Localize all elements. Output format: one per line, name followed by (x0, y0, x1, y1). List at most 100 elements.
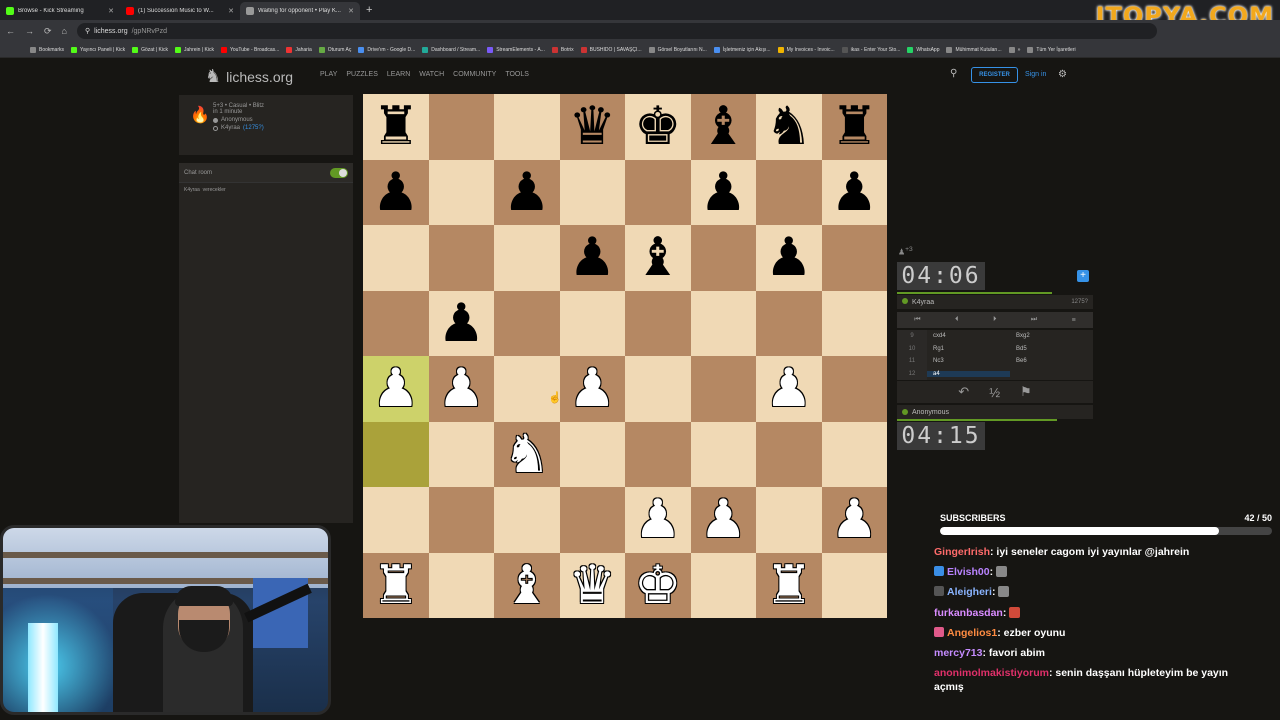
board-square[interactable] (690, 421, 756, 487)
browser-tab[interactable]: Waiting for opponent • Play K... ✕ (240, 2, 360, 20)
white-move[interactable]: Nc3 (927, 358, 1010, 364)
bookmark-item[interactable]: İşletmeniz için Akışı... (713, 46, 771, 53)
board-square[interactable] (494, 225, 560, 291)
black-rook-icon[interactable]: ♜ (830, 100, 878, 153)
white-queen-icon[interactable]: ♛ (568, 559, 616, 612)
black-knight-icon[interactable]: ♞ (765, 100, 813, 153)
bookmark-item[interactable]: BUSHIDO | SAVAŞÇI... (580, 46, 642, 53)
resign-flag-icon[interactable]: ⚑ (1020, 384, 1032, 400)
bookmark-item[interactable]: Bookmarks (30, 46, 64, 53)
bookmark-item[interactable]: Drive'ım - Google D... (358, 46, 415, 53)
new-tab-icon[interactable]: + (366, 4, 372, 16)
board-square[interactable]: ♟ (756, 356, 822, 422)
nav-puzzles[interactable]: PUZZLES (346, 71, 378, 78)
tab-close-icon[interactable]: ✕ (108, 7, 114, 15)
board-square[interactable]: ♛ (559, 552, 625, 618)
board-square[interactable] (756, 421, 822, 487)
board-square[interactable]: ♜ (821, 94, 887, 160)
nav-watch[interactable]: WATCH (419, 71, 444, 78)
board-square[interactable] (428, 421, 494, 487)
board-square[interactable] (494, 94, 560, 160)
register-button[interactable]: REGISTER (971, 67, 1018, 83)
white-pawn-icon[interactable]: ♟ (437, 362, 485, 415)
board-square[interactable]: ♚ (625, 94, 691, 160)
board-square[interactable] (625, 421, 691, 487)
black-king-icon[interactable]: ♚ (634, 100, 682, 153)
board-square[interactable] (821, 356, 887, 422)
browser-tab[interactable]: Browse - Kick Streaming ✕ (0, 2, 120, 20)
board-square[interactable] (690, 356, 756, 422)
board-square[interactable] (428, 552, 494, 618)
board-square[interactable]: ♜ (756, 552, 822, 618)
board-square[interactable] (756, 487, 822, 553)
board-square[interactable] (821, 225, 887, 291)
board-square[interactable]: ♞ (756, 94, 822, 160)
bookmark-item[interactable]: YouTube - Broadcas... (220, 46, 279, 53)
bookmark-item[interactable]: Oturum Aç (318, 46, 351, 53)
next-move-icon[interactable]: ⏵ (993, 316, 997, 324)
black-pawn-icon[interactable]: ♟ (765, 231, 813, 284)
player-k4yraa[interactable]: K4yraa (1275?) (213, 125, 345, 131)
black-queen-icon[interactable]: ♛ (568, 100, 616, 153)
prev-move-icon[interactable]: ⏴ (955, 316, 959, 324)
board-square[interactable]: ♟ (756, 225, 822, 291)
bookmark-item[interactable]: » (1008, 46, 1020, 53)
board-square[interactable] (428, 94, 494, 160)
white-pawn-icon[interactable]: ♟ (634, 493, 682, 546)
offer-draw-button[interactable]: ½ (989, 385, 1000, 400)
black-pawn-icon[interactable]: ♟ (568, 231, 616, 284)
board-square[interactable] (625, 290, 691, 356)
board-square[interactable] (756, 159, 822, 225)
lichess-logo[interactable]: ♞ lichess.org (205, 66, 293, 87)
first-move-icon[interactable]: ⏮ (914, 316, 920, 324)
board-square[interactable] (363, 487, 429, 553)
board-square[interactable] (363, 421, 429, 487)
board-square[interactable] (690, 290, 756, 356)
board-square[interactable] (559, 421, 625, 487)
black-pawn-icon[interactable]: ♟ (372, 166, 420, 219)
white-pawn-icon[interactable]: ♟ (765, 362, 813, 415)
board-square[interactable]: ♟ (690, 159, 756, 225)
nav-tools[interactable]: TOOLS (505, 71, 529, 78)
white-pawn-icon[interactable]: ♟ (830, 493, 878, 546)
board-square[interactable]: ♟ (494, 159, 560, 225)
bookmark-item[interactable]: Görsel Boyutlarını N... (648, 46, 707, 53)
board-square[interactable]: ♟ (625, 487, 691, 553)
board-square[interactable] (690, 225, 756, 291)
black-rook-icon[interactable]: ♜ (372, 100, 420, 153)
bookmark-item[interactable]: Mühimmat Kutuları... (946, 46, 1002, 53)
black-move[interactable]: Be6 (1010, 358, 1093, 364)
black-pawn-icon[interactable]: ♟ (503, 166, 551, 219)
board-square[interactable] (494, 356, 560, 422)
signin-link[interactable]: Sign in (1025, 71, 1046, 78)
board-square[interactable] (428, 487, 494, 553)
menu-icon[interactable]: ≡ (1072, 317, 1076, 324)
bookmark-item[interactable]: Botrix (551, 46, 574, 53)
reload-icon[interactable]: ⟳ (44, 26, 52, 37)
board-square[interactable]: ♝ (494, 552, 560, 618)
bookmark-item[interactable]: My Invoices - Invoic... (777, 46, 835, 53)
search-icon[interactable]: ⚲ (950, 68, 957, 79)
board-square[interactable] (756, 290, 822, 356)
board-square[interactable]: ♟ (559, 225, 625, 291)
black-move[interactable]: Bd5 (1010, 346, 1093, 352)
board-square[interactable] (625, 356, 691, 422)
black-pawn-icon[interactable]: ♟ (437, 297, 485, 350)
back-icon[interactable]: ← (6, 26, 15, 36)
board-square[interactable] (821, 421, 887, 487)
bookmark-item[interactable]: WhatsApp (907, 46, 939, 53)
white-move[interactable]: a4 (927, 370, 1010, 377)
board-square[interactable]: ♟ (559, 356, 625, 422)
white-rook-icon[interactable]: ♜ (372, 559, 420, 612)
board-square[interactable] (494, 290, 560, 356)
board-square[interactable]: ♟ (428, 356, 494, 422)
board-square[interactable]: ♛ (559, 94, 625, 160)
opponent-player[interactable]: K4yraa 1275? (897, 295, 1093, 309)
browser-tab[interactable]: (1) Succession Music to W... ✕ (120, 2, 240, 20)
bookmark-item[interactable]: Jahrein | Kick (175, 46, 214, 53)
white-king-icon[interactable]: ♚ (634, 559, 682, 612)
board-square[interactable] (494, 487, 560, 553)
bookmark-item[interactable]: StreamElements - A... (487, 46, 545, 53)
bookmark-item[interactable]: Jaharia (286, 46, 312, 53)
board-square[interactable] (821, 552, 887, 618)
